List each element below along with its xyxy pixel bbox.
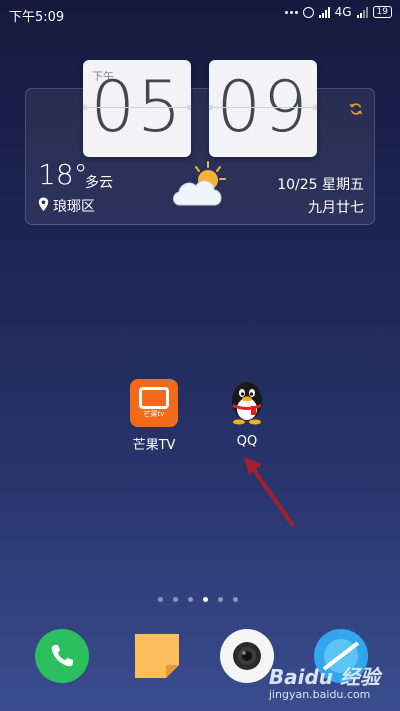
page-dot[interactable] xyxy=(233,597,238,602)
minute-card[interactable]: 09 xyxy=(209,60,317,157)
status-icons: 4G 19 xyxy=(284,5,392,19)
page-dot[interactable] xyxy=(158,597,163,602)
temperature: 18° xyxy=(38,158,88,191)
phone-icon[interactable] xyxy=(35,629,89,683)
status-time: 下午5:09 xyxy=(9,10,65,25)
lunar-date: 九月廿七 xyxy=(308,200,364,216)
qq-penguin-icon[interactable] xyxy=(223,379,271,427)
app-mango-tv[interactable]: 芒果tv 芒果TV xyxy=(114,379,194,453)
camera-icon[interactable] xyxy=(220,629,274,683)
app-label: QQ xyxy=(236,434,258,449)
hour-card[interactable]: 下午 05 xyxy=(83,60,191,157)
messages-icon[interactable] xyxy=(131,629,185,683)
app-qq[interactable]: QQ xyxy=(207,379,287,449)
page-dot[interactable] xyxy=(173,597,178,602)
signal-strength-icon-2 xyxy=(356,6,368,18)
date: 10/25 星期五 xyxy=(277,177,364,193)
page-dot-active[interactable] xyxy=(203,597,208,602)
alarm-icon xyxy=(302,6,314,18)
more-notifications-icon xyxy=(284,10,298,14)
partly-cloudy-icon xyxy=(173,161,226,206)
page-indicator[interactable] xyxy=(158,597,238,602)
location-pin-icon xyxy=(38,197,49,211)
red-arrow-annotation xyxy=(244,457,294,526)
mango-tv-icon[interactable]: 芒果tv xyxy=(130,379,178,427)
location: 琅琊区 xyxy=(53,199,95,215)
weather-condition: 多云 xyxy=(85,175,113,191)
app-label: 芒果TV xyxy=(132,438,176,453)
page-dot[interactable] xyxy=(188,597,193,602)
page-dot[interactable] xyxy=(218,597,223,602)
baidu-jingyan-watermark: Baidu 经验 jingyan.baidu.com xyxy=(268,665,380,701)
signal-strength-icon xyxy=(318,6,330,18)
network-type: 4G xyxy=(334,5,352,19)
battery-level: 19 xyxy=(376,7,388,17)
battery-icon: 19 xyxy=(372,6,392,18)
sync-icon[interactable] xyxy=(349,102,363,116)
status-bar: 下午5:09 4G 19 xyxy=(0,0,400,28)
